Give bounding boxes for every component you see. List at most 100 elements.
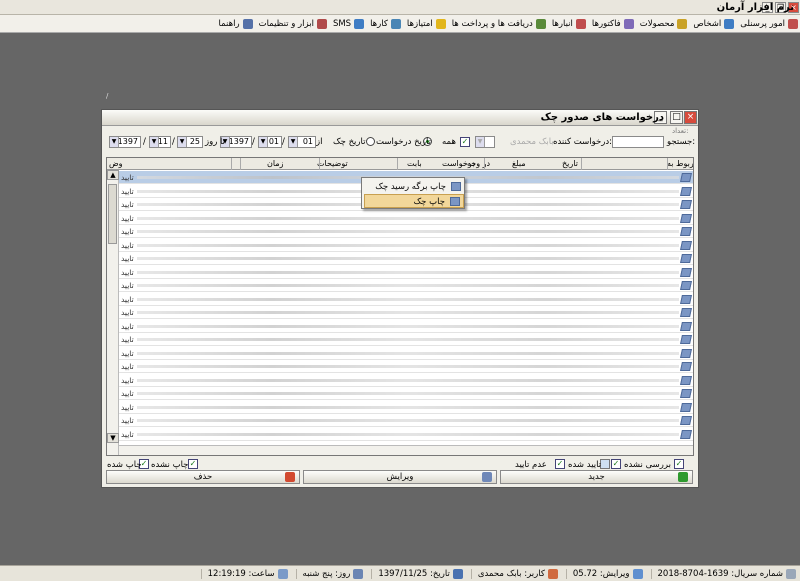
table-row[interactable]: تایید: [119, 279, 693, 292]
column-separator[interactable]: [319, 158, 320, 170]
to-day-select[interactable]: ▼ 25: [177, 136, 203, 148]
menu-item-9[interactable]: ابزار و تنظیمات: [259, 18, 327, 29]
table-row[interactable]: تایید: [119, 374, 693, 387]
column-header[interactable]: بابت: [407, 159, 422, 168]
table-row[interactable]: تایید: [119, 401, 693, 414]
menu-item-0[interactable]: امور پرسنلی: [740, 18, 798, 29]
print-receipt-menu-item[interactable]: چاپ برگه رسید چک: [364, 180, 464, 194]
menu-icon: [788, 18, 798, 29]
weekday-icon: [353, 568, 364, 579]
chevron-down-icon: ▼: [476, 137, 485, 147]
not-approved-label: عدم تایید: [515, 460, 547, 470]
scroll-up-icon[interactable]: ▲: [107, 170, 119, 180]
menu-item-1[interactable]: اشخاص: [693, 18, 735, 29]
column-header[interactable]: وض: [109, 159, 123, 168]
menu-icon: [677, 18, 688, 29]
menu-item-3[interactable]: فاکتورها: [592, 18, 634, 29]
row-content: [137, 365, 679, 368]
check-icon: [680, 267, 692, 277]
not-approved-checkbox[interactable]: ✓: [555, 459, 565, 469]
maximize-window-button[interactable]: □: [670, 111, 683, 124]
column-header[interactable]: تاریخ: [562, 159, 578, 168]
check-icon: [680, 281, 692, 290]
column-header[interactable]: درخواست: [442, 159, 475, 168]
print-icon: [451, 182, 461, 191]
delete-button[interactable]: حذف: [106, 470, 300, 484]
chevron-down-icon: ▼: [178, 137, 187, 147]
from-day-select[interactable]: ▼ 01: [288, 136, 316, 148]
table-row[interactable]: تایید: [119, 387, 693, 400]
close-window-button[interactable]: ×: [684, 111, 697, 124]
menu-icon: [316, 18, 327, 29]
from-month-select[interactable]: ▼ 01: [258, 136, 282, 148]
row-status: تایید: [121, 402, 134, 412]
menu-item-label: انبارها: [551, 18, 573, 29]
weekday-panel: روز: پنج شنبه: [295, 568, 364, 579]
column-separator[interactable]: [231, 158, 232, 170]
table-row[interactable]: تایید: [119, 293, 693, 306]
approved-swatch: [600, 459, 610, 469]
check-date-radio[interactable]: [366, 137, 375, 146]
menu-item-8[interactable]: SMS: [333, 18, 365, 29]
table-row[interactable]: تایید: [119, 428, 693, 441]
table-row[interactable]: تایید: [119, 239, 693, 252]
not-printed-checkbox[interactable]: ✓: [188, 459, 198, 469]
scroll-down-icon[interactable]: ▼: [107, 433, 119, 443]
approved-label: تایید شده: [568, 460, 602, 470]
new-button[interactable]: جدید: [500, 470, 693, 484]
table-row[interactable]: تایید: [119, 225, 693, 238]
menu-item-label: اشخاص: [693, 18, 722, 29]
column-header[interactable]: مبلغ: [512, 159, 526, 168]
row-status: تایید: [121, 227, 134, 236]
not-reviewed-checkbox[interactable]: ✓: [674, 459, 684, 469]
column-header[interactable]: توضیحات: [317, 159, 348, 168]
print-check-menu-item[interactable]: چاپ چک: [364, 194, 464, 208]
menu-item-7[interactable]: کارها: [370, 18, 401, 29]
table-row[interactable]: تایید: [119, 266, 693, 279]
edit-button[interactable]: ویرایش: [303, 470, 497, 484]
menu-item-2[interactable]: محصولات: [640, 18, 688, 29]
all-label: همه: [442, 137, 456, 147]
column-separator[interactable]: [484, 158, 485, 170]
column-header[interactable]: زمان: [267, 159, 283, 168]
row-status: تایید: [121, 267, 134, 277]
check-icon: [680, 186, 692, 196]
column-separator[interactable]: [397, 158, 398, 170]
table-row[interactable]: تایید: [119, 212, 693, 225]
menu-item-5[interactable]: دریافت ها و پرداخت ها: [452, 18, 546, 29]
table-row[interactable]: تایید: [119, 360, 693, 373]
row-content: [137, 419, 679, 422]
menu-icon: [535, 18, 546, 29]
row-content: [137, 432, 679, 436]
to-month-select[interactable]: ▼ 11: [149, 136, 171, 148]
column-header[interactable]: مربوط به: [667, 159, 693, 168]
table-row[interactable]: تایید: [119, 333, 693, 346]
column-separator[interactable]: [240, 158, 241, 170]
column-separator[interactable]: [667, 158, 668, 170]
column-separator[interactable]: [581, 158, 582, 170]
table-row[interactable]: تایید: [119, 252, 693, 265]
scroll-thumb[interactable]: [108, 184, 117, 244]
menu-icon: [575, 18, 586, 29]
table-row[interactable]: تایید: [119, 306, 693, 319]
all-checkbox[interactable]: ✓: [460, 137, 470, 147]
check-icon: [680, 402, 692, 412]
table-row[interactable]: تایید: [119, 347, 693, 360]
menu-item-4[interactable]: انبارها: [551, 18, 586, 29]
row-content: [137, 297, 679, 301]
approved-checkbox[interactable]: ✓: [611, 459, 621, 469]
delete-button-label: حذف: [193, 472, 213, 482]
calendar-icon: [452, 568, 463, 579]
search-input[interactable]: [612, 136, 664, 148]
edit-icon: [482, 472, 492, 482]
row-content: [137, 230, 679, 233]
menu-item-6[interactable]: امتیازها: [407, 18, 446, 29]
menu-item-10[interactable]: راهنما: [219, 18, 253, 29]
requester-dropdown[interactable]: ▼: [475, 136, 495, 148]
table-row[interactable]: تایید: [119, 414, 693, 427]
table-row[interactable]: تایید: [119, 320, 693, 333]
horizontal-scrollbar[interactable]: [119, 445, 693, 455]
menu-icon: [724, 18, 735, 29]
vertical-scrollbar[interactable]: ▲ ▼: [107, 170, 119, 455]
to-year-select[interactable]: ▼ 1397: [109, 136, 141, 148]
